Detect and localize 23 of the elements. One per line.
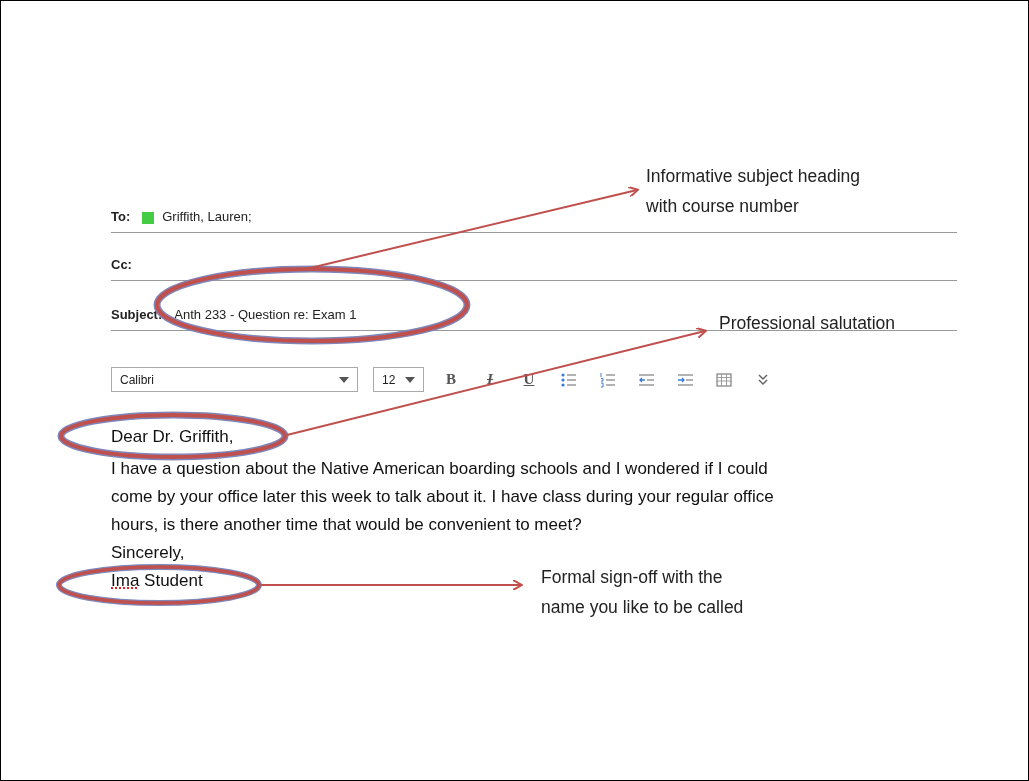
signature-text: Ima Student	[111, 570, 203, 592]
annotation-text: Professional salutation	[719, 312, 896, 335]
body-paragraph: I have a question about the Native American boarding schools and I wondered if I could come by your office later this week to talk about it. I have class during your regular office hours, is there another time that would be convenient to meet?	[111, 458, 775, 536]
recipient-name[interactable]: Griffith, Lauren;	[162, 206, 252, 226]
outdent-icon[interactable]	[637, 371, 655, 388]
size-dropdown[interactable]: 12	[373, 367, 424, 392]
font-dropdown[interactable]: Calibri	[111, 367, 358, 392]
bold-button[interactable]: B	[439, 368, 463, 391]
indent-icon[interactable]	[676, 371, 694, 388]
closing-text: Sincerely,	[111, 542, 186, 564]
caret-icon	[339, 376, 349, 383]
annotation-text: Informative subject heading with course number	[646, 165, 861, 218]
field-label: Cc:	[111, 255, 132, 274]
italic-button[interactable]: I	[478, 368, 502, 391]
field-label: To:	[111, 207, 131, 226]
numbered-list-icon[interactable]	[598, 371, 616, 388]
caret-icon	[405, 376, 415, 383]
annotation-text: Formal sign-off with the name you like to be called	[541, 566, 744, 619]
bulleted-list-icon[interactable]	[559, 371, 577, 388]
table-icon[interactable]	[715, 371, 733, 388]
salutation-text: Dear Dr. Griffith,	[111, 426, 235, 448]
field-label: Subject:	[111, 305, 163, 324]
subject-field[interactable]: Anth 233 - Question re: Exam 1	[174, 304, 357, 324]
